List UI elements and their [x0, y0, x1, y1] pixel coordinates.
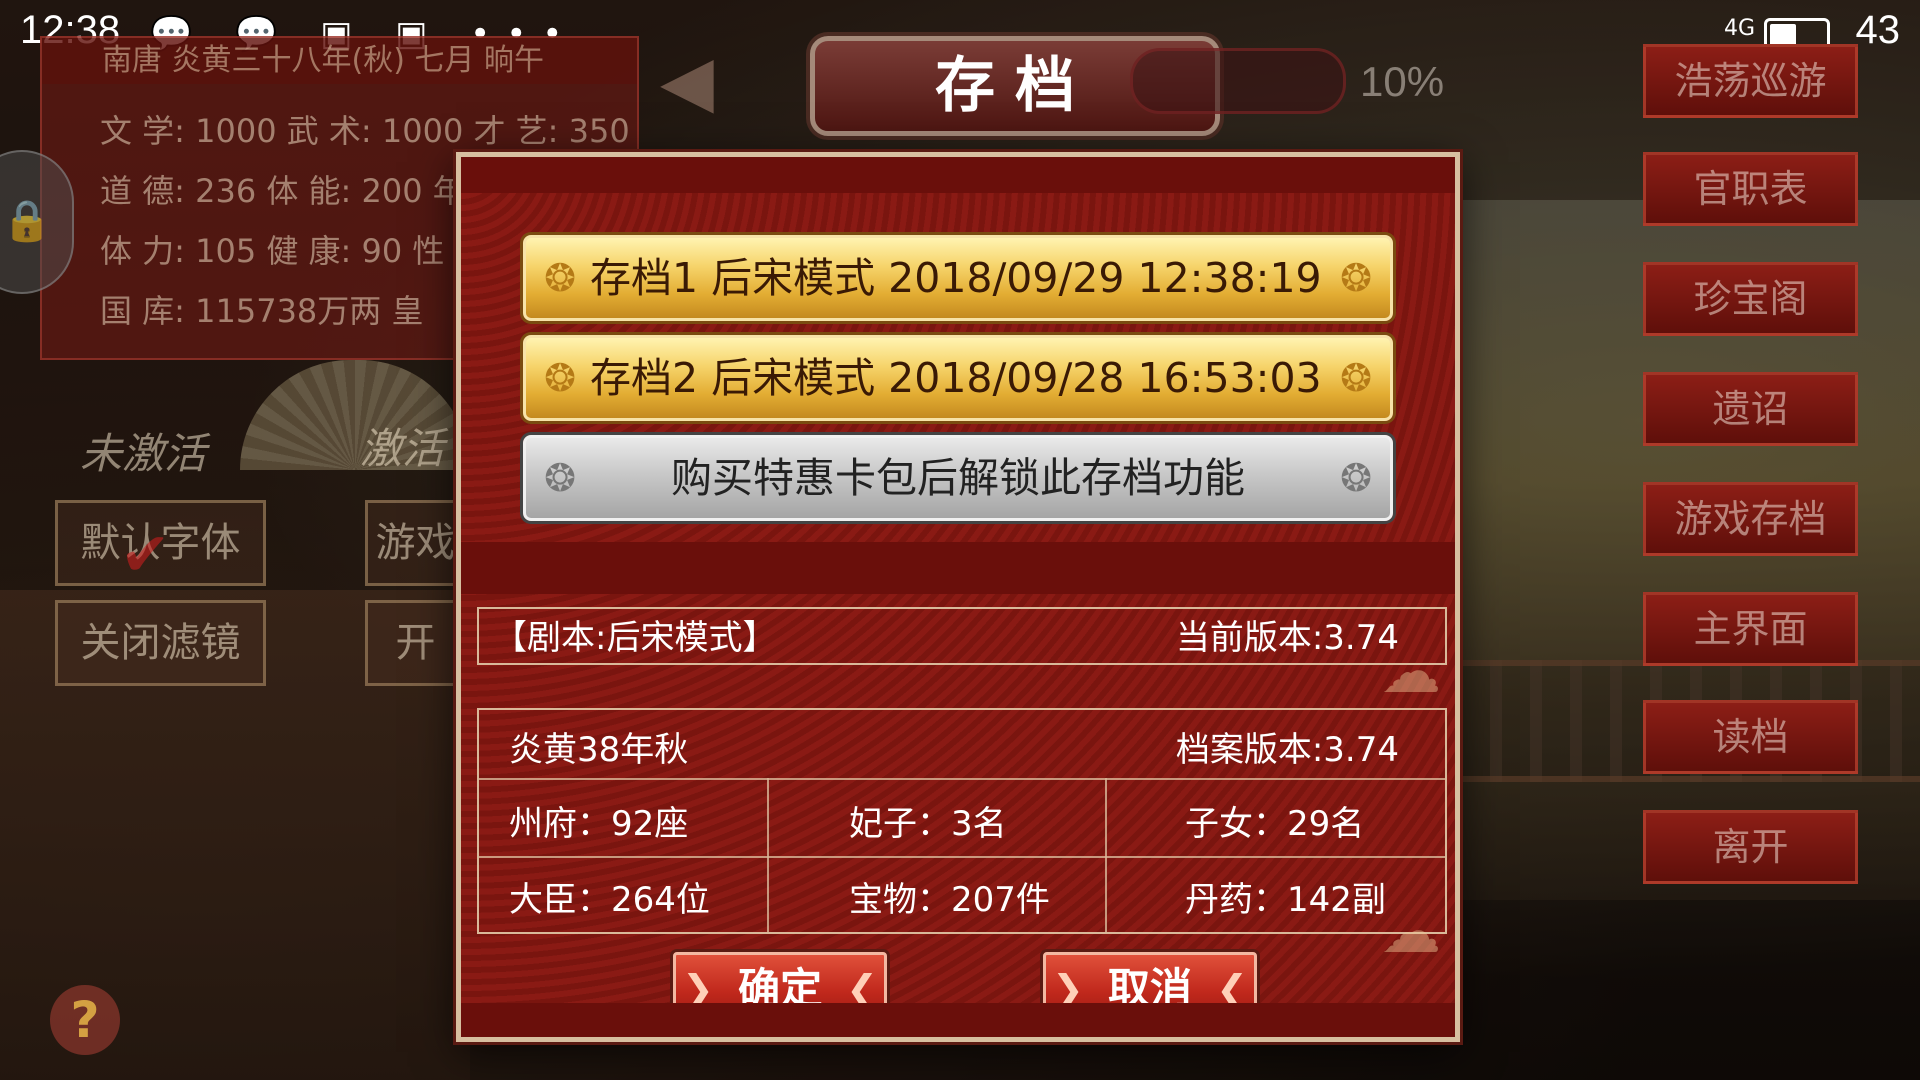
script-info-row: 【剧本:后宋模式】 当前版本:3.74 — [477, 607, 1447, 665]
info-row: 体 力: 105 健 康: 90 性 — [100, 232, 445, 270]
info-row: 文 学: 1000 武 术: 1000 才 艺: 350 — [100, 112, 630, 150]
info-row: 道 德: 236 体 能: 200 年 — [100, 172, 465, 210]
save-stats-table: 炎黄38年秋 档案版本:3.74 州府：92座 妃子：3名 子女：29名 大臣：… — [477, 708, 1447, 934]
open-option[interactable]: 开 — [365, 600, 466, 686]
script-label: 【剧本:后宋模式】 — [493, 618, 777, 658]
dialog-top-band — [461, 157, 1455, 193]
menu-item-tour[interactable]: 浩荡巡游 — [1643, 44, 1858, 118]
battery-level: 43 — [1855, 8, 1901, 52]
menu-label: 珍宝阁 — [1643, 262, 1858, 336]
title-bar: ◀ 存档 — [660, 28, 1360, 136]
scroll-ornament-icon: ❂ — [1340, 356, 1372, 400]
menu-item-save[interactable]: 游戏存档 — [1643, 482, 1858, 556]
inactive-label: 未激活 — [80, 429, 207, 478]
menu-item-officials[interactable]: 官职表 — [1643, 152, 1858, 226]
save-dialog: ❂ 存档1 后宋模式 2018/09/29 12:38:19 ❂ ❂ 存档2 后… — [456, 152, 1460, 1042]
scroll-ornament-icon: ❂ — [1340, 456, 1372, 500]
active-label: 激活 — [360, 424, 445, 473]
stat-treasures: 宝物：207件 — [849, 880, 1050, 920]
save-slot-2[interactable]: ❂ 存档2 后宋模式 2018/09/28 16:53:03 ❂ — [523, 335, 1393, 421]
divider — [479, 856, 1445, 858]
save-slot-label: 存档2 后宋模式 2018/09/28 16:53:03 — [590, 354, 1322, 402]
divider — [479, 778, 1445, 780]
menu-label: 遗诏 — [1643, 372, 1858, 446]
save-slot-1[interactable]: ❂ 存档1 后宋模式 2018/09/29 12:38:19 ❂ — [523, 235, 1393, 321]
divider — [1105, 778, 1107, 934]
stat-ministers: 大臣：264位 — [509, 880, 710, 920]
menu-label: 主界面 — [1643, 592, 1858, 666]
volume-percent: 10% — [1360, 58, 1445, 105]
menu-item-load[interactable]: 读档 — [1643, 700, 1858, 774]
speaker-icon[interactable]: ◀ — [660, 40, 750, 122]
check-icon: ✔ — [120, 520, 171, 590]
divider — [767, 778, 769, 934]
lock-button[interactable]: 🔒 — [0, 150, 74, 294]
menu-label: 游戏存档 — [1643, 482, 1858, 556]
close-filter-option[interactable]: 关闭滤镜 — [55, 600, 266, 686]
stat-prefectures: 州府：92座 — [509, 804, 689, 844]
help-button[interactable]: ? — [50, 985, 120, 1055]
save-version: 档案版本:3.74 — [1175, 730, 1399, 770]
date-header: 南唐 炎黄三十八年(秋) 七月 晌午 — [42, 38, 637, 84]
menu-label: 离开 — [1643, 810, 1858, 884]
dialog-bottom-band — [461, 1003, 1455, 1037]
scroll-ornament-icon: ❂ — [1340, 256, 1372, 300]
game-option[interactable]: 游戏 — [365, 500, 466, 586]
menu-item-treasures[interactable]: 珍宝阁 — [1643, 262, 1858, 336]
menu-label: 读档 — [1643, 700, 1858, 774]
save-slot-label: 存档1 后宋模式 2018/09/29 12:38:19 — [590, 254, 1322, 302]
save-slot-3-locked[interactable]: ❂ 购买特惠卡包后解锁此存档功能 ❂ — [523, 435, 1393, 521]
menu-label: 官职表 — [1643, 152, 1858, 226]
save-date: 炎黄38年秋 — [509, 730, 689, 770]
menu-label: 浩荡巡游 — [1643, 44, 1858, 118]
current-version: 当前版本:3.74 — [1175, 618, 1399, 658]
lock-icon: 🔒 — [2, 198, 52, 244]
cloud-ornament-icon: ☁ — [1381, 897, 1441, 967]
save-slot-label: 购买特惠卡包后解锁此存档功能 — [671, 454, 1245, 502]
cloud-ornament-icon: ☁ — [1381, 637, 1441, 707]
stat-elixirs: 丹药：142副 — [1185, 880, 1386, 920]
menu-item-leave[interactable]: 离开 — [1643, 810, 1858, 884]
stat-children: 子女：29名 — [1185, 804, 1365, 844]
dialog-mid-band — [461, 542, 1455, 594]
info-row: 国 库: 115738万两 皇 — [100, 292, 424, 330]
menu-item-main[interactable]: 主界面 — [1643, 592, 1858, 666]
menu-item-edict[interactable]: 遗诏 — [1643, 372, 1858, 446]
signal-icon: 4G — [1723, 16, 1755, 41]
volume-slider[interactable] — [1130, 48, 1346, 114]
stat-consorts: 妃子：3名 — [849, 804, 1007, 844]
